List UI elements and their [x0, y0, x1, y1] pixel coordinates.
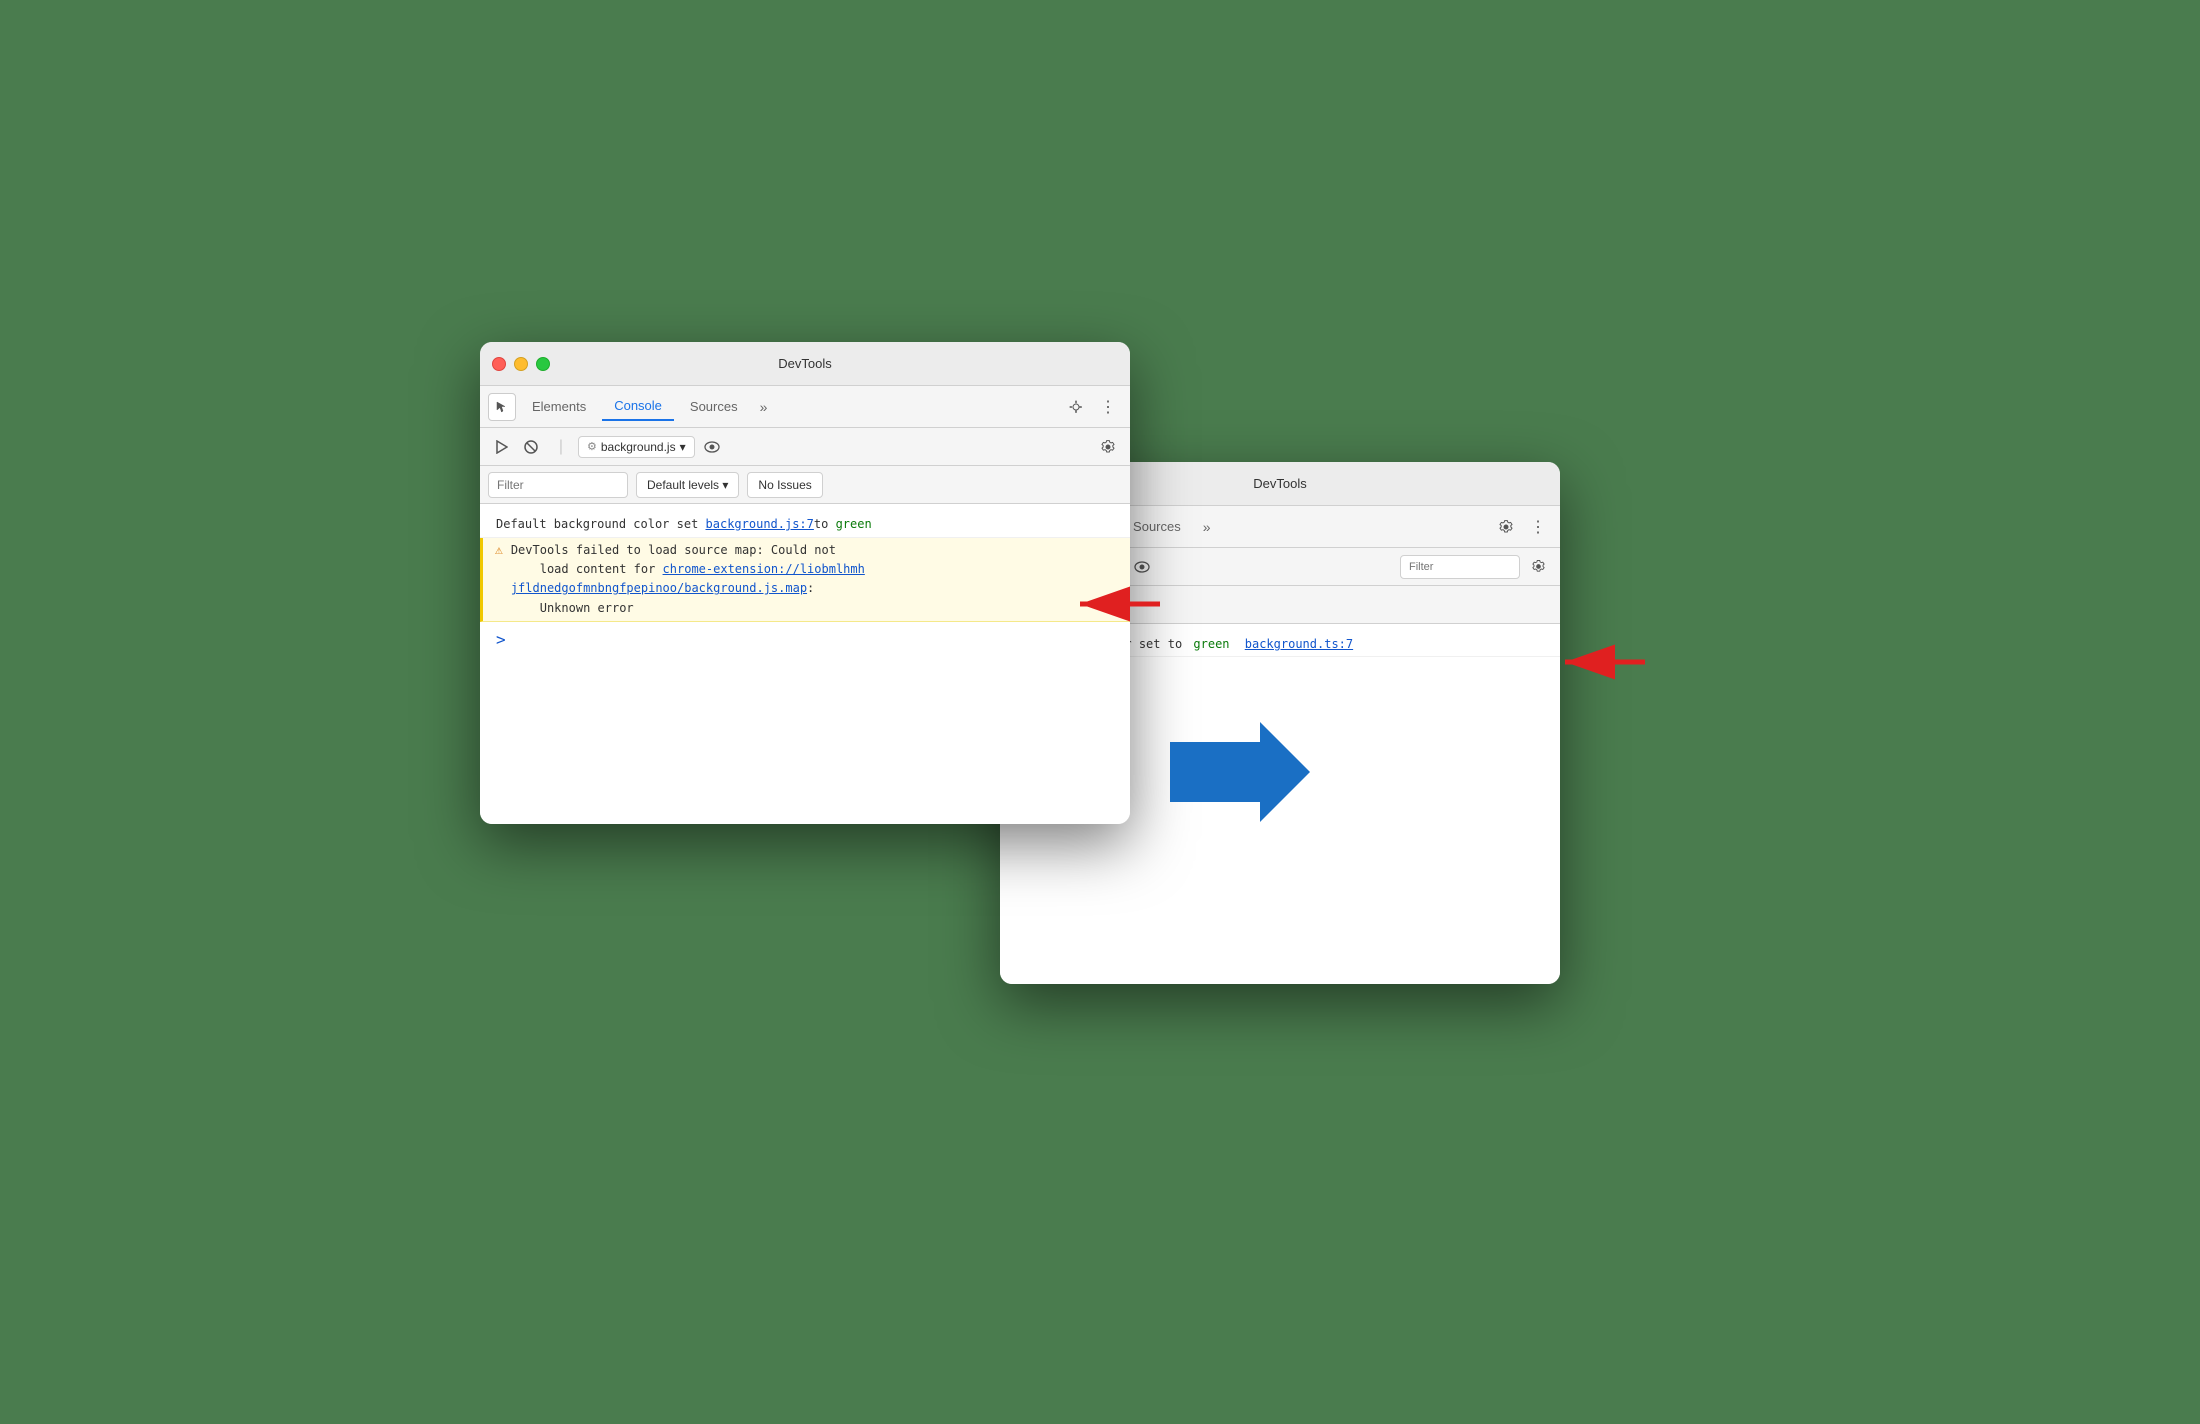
- right-filter-input[interactable]: [1400, 555, 1520, 579]
- more-tabs-icon[interactable]: »: [754, 395, 774, 419]
- gear-icon: ⚙: [587, 440, 597, 453]
- right-more-tabs-icon[interactable]: »: [1197, 515, 1217, 539]
- right-eye-icon[interactable]: [1129, 554, 1155, 580]
- right-menu-icon[interactable]: ⋮: [1524, 513, 1552, 541]
- clear-icon[interactable]: [518, 434, 544, 460]
- right-settings-icon[interactable]: [1492, 513, 1520, 541]
- right-tab-sources[interactable]: Sources: [1121, 513, 1193, 540]
- window-title: DevTools: [778, 356, 831, 371]
- log-green-text-1: green: [836, 515, 872, 533]
- settings-icon[interactable]: [1062, 393, 1090, 421]
- console-prompt[interactable]: >: [480, 622, 1130, 657]
- console-log-line-1: Default background color set background.…: [480, 512, 1130, 538]
- console-warn-line-1: ⚠ DevTools failed to load source map: Co…: [480, 538, 1130, 622]
- filter-input[interactable]: [488, 472, 628, 498]
- left-console-toolbar: | ⚙ background.js ▾: [480, 428, 1130, 466]
- file-name: background.js: [601, 440, 676, 454]
- tab-sources[interactable]: Sources: [678, 393, 750, 420]
- left-filter-bar: Default levels ▾ No Issues: [480, 466, 1130, 504]
- file-selector[interactable]: ⚙ background.js ▾: [578, 436, 695, 458]
- no-issues-button[interactable]: No Issues: [747, 472, 822, 498]
- left-devtools-window: DevTools Elements Console Sources » ⋮: [480, 342, 1130, 824]
- default-levels-button[interactable]: Default levels ▾: [636, 472, 739, 498]
- right-log-green-text: green: [1193, 635, 1229, 653]
- log-text-2: to: [814, 515, 836, 533]
- left-tab-bar: Elements Console Sources » ⋮: [480, 386, 1130, 428]
- divider: |: [548, 434, 574, 460]
- tab-elements[interactable]: Elements: [520, 393, 598, 420]
- log-link-1[interactable]: background.js:7: [706, 515, 814, 533]
- right-window-title: DevTools: [1253, 476, 1306, 491]
- left-title-bar: DevTools: [480, 342, 1130, 386]
- left-console-content: Default background color set background.…: [480, 504, 1130, 824]
- dropdown-arrow: ▾: [680, 440, 686, 454]
- right-log-space: [1234, 635, 1241, 653]
- right-log-link-1[interactable]: background.ts:7: [1245, 635, 1353, 653]
- eye-icon[interactable]: [699, 434, 725, 460]
- right-toolbar-settings-icon[interactable]: [1524, 553, 1552, 581]
- traffic-lights: [492, 357, 550, 371]
- prompt-symbol: >: [496, 630, 506, 649]
- run-icon[interactable]: [488, 434, 514, 460]
- toolbar-settings-icon[interactable]: [1094, 433, 1122, 461]
- log-text-1: Default background color set: [496, 515, 706, 533]
- warning-icon: ⚠: [495, 541, 503, 561]
- minimize-button[interactable]: [514, 357, 528, 371]
- close-button[interactable]: [492, 357, 506, 371]
- tab-console[interactable]: Console: [602, 392, 674, 421]
- cursor-icon: [488, 393, 516, 421]
- warn-text-content: DevTools failed to load source map: Coul…: [511, 541, 1122, 618]
- maximize-button[interactable]: [536, 357, 550, 371]
- menu-icon[interactable]: ⋮: [1094, 393, 1122, 421]
